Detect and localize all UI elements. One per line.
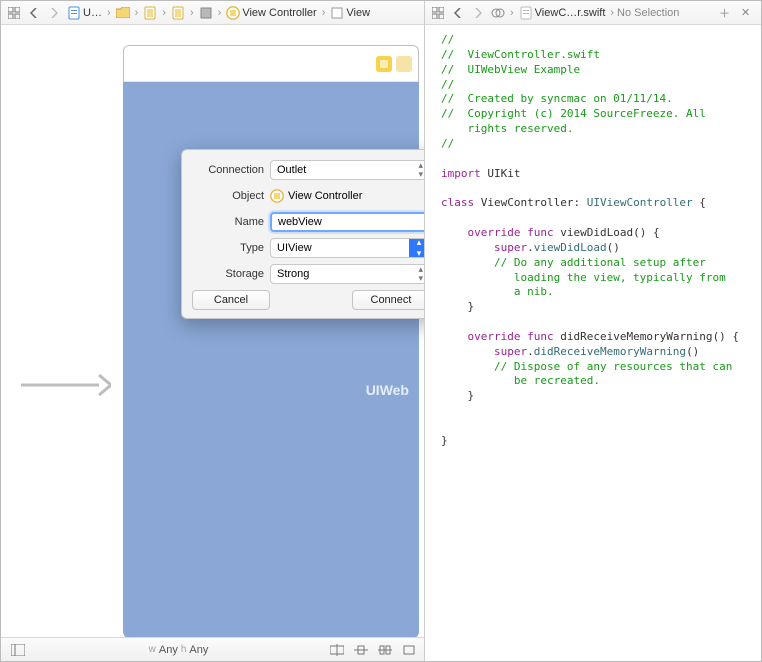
scene-icon [171,6,185,20]
view-icon [330,6,344,20]
resolve-icon[interactable] [378,644,392,656]
folder-icon [116,6,130,20]
outlet-popover: Connection Outlet ▴▾ Object View Control… [181,149,424,319]
connect-button[interactable]: Connect [352,290,424,310]
close-assistant-icon[interactable]: ✕ [741,6,757,19]
chevron-updown-icon: ▴▾ [418,265,423,283]
h-prefix: h [181,644,187,655]
add-assistant-icon[interactable]: ＋ [719,5,735,21]
viewcontroller-icon[interactable] [376,56,392,72]
uiwebview-label: UIWeb [366,382,409,398]
breadcrumb-item[interactable]: View Controller [224,6,318,20]
back-icon[interactable] [25,5,43,21]
scene-icon [143,6,157,20]
chevron-updown-icon: ▴▾ [418,161,423,179]
chevron-right-icon: › [134,7,140,19]
chevron-right-icon: › [189,7,195,19]
cancel-button[interactable]: Cancel [192,290,270,310]
breadcrumb-item[interactable]: ViewC…r.swift [517,6,608,20]
object-label: Object [192,190,264,202]
connection-value: Outlet [277,164,306,176]
storage-select[interactable]: Strong ▴▾ [270,264,424,284]
connection-select[interactable]: Outlet ▴▾ [270,160,424,180]
type-value: UIView [277,242,312,254]
initial-vc-arrow-icon [21,365,111,405]
storage-label: Storage [192,268,264,280]
chevron-right-icon: › [321,7,327,19]
ib-canvas[interactable]: UIWeb Connection Outlet ▴▾ Object [1,25,424,637]
breadcrumb-item[interactable] [141,6,159,20]
breadcrumb-label: U… [83,7,102,19]
resizing-icon[interactable] [402,644,416,656]
forward-icon[interactable] [469,5,487,21]
forward-icon[interactable] [45,5,63,21]
breadcrumb-item[interactable] [169,6,187,20]
right-breadcrumb: › ViewC…r.swift › No Selection ＋ ✕ [425,1,761,25]
left-breadcrumb: U… › › › › › View Controller › [1,1,424,25]
breadcrumb-item[interactable]: View [328,6,372,20]
storage-value: Strong [277,268,309,280]
pin-icon[interactable] [354,644,368,656]
chevron-right-icon: › [106,7,112,19]
chevron-right-icon: › [509,7,515,19]
type-label: Type [192,242,264,254]
viewcontroller-icon [270,189,284,203]
type-select[interactable]: UIView ▴▾ [270,238,424,258]
connection-label: Connection [192,164,264,176]
breadcrumb-label: View Controller [242,7,316,19]
breadcrumb-item[interactable] [114,6,132,20]
align-icon[interactable] [330,644,344,656]
breadcrumb-item[interactable] [197,6,215,20]
swift-file-icon [519,6,533,20]
size-class-control[interactable]: wAny hAny [149,644,209,656]
object-value: View Controller [288,190,362,202]
back-icon[interactable] [449,5,467,21]
scene-group-icon [199,6,213,20]
h-value: Any [189,644,208,656]
chevron-right-icon: › [161,7,167,19]
first-responder-icon[interactable] [396,56,412,72]
chevron-updown-icon: ▴▾ [409,239,424,257]
chevron-right-icon: › [609,7,615,19]
file-label: ViewC…r.swift [535,7,606,19]
object-value-container: View Controller [270,186,424,206]
name-input[interactable] [270,212,424,232]
breadcrumb-item[interactable]: U… [65,6,104,20]
selection-label: No Selection [617,7,679,19]
w-value: Any [159,644,178,656]
name-label: Name [192,216,264,228]
ib-bottom-bar: wAny hAny [1,637,424,661]
storyboard-file-icon [67,6,81,20]
code-editor[interactable]: // // ViewController.swift // UIWebView … [425,25,761,661]
outline-toggle-icon[interactable] [9,642,27,658]
grid-icon[interactable] [5,5,23,21]
grid-icon[interactable] [429,5,447,21]
viewcontroller-icon [226,6,240,20]
chevron-right-icon: › [217,7,223,19]
counterparts-icon[interactable] [489,5,507,21]
w-prefix: w [149,644,156,655]
breadcrumb-label: View [346,7,370,19]
